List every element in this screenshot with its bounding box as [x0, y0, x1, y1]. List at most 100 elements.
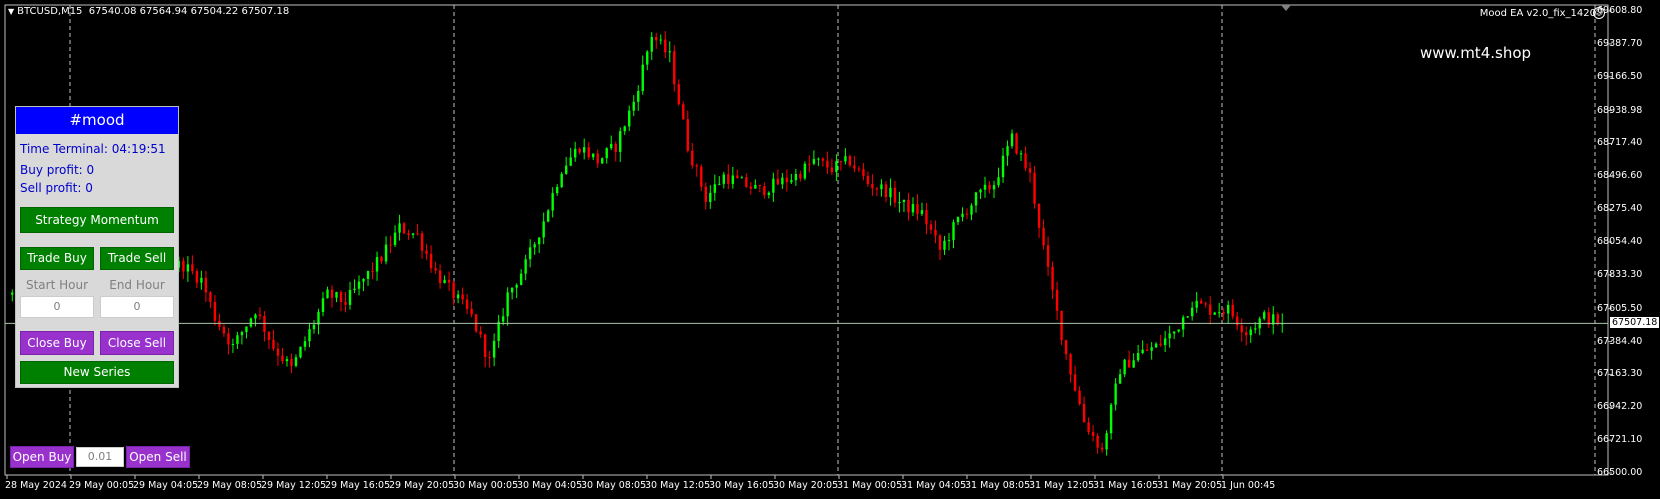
close-sell-button[interactable]: Close Sell — [100, 331, 174, 355]
candle-body — [1240, 325, 1243, 333]
candle-body — [758, 184, 762, 187]
candle-body — [1227, 304, 1230, 314]
candle-body — [335, 292, 338, 298]
candle-body — [592, 153, 595, 158]
candle-body — [920, 210, 924, 214]
candle-body — [384, 244, 388, 262]
time-axis-label: 30 May 16:05 — [709, 480, 775, 491]
open-sell-button[interactable]: Open Sell — [126, 446, 190, 468]
open-buy-button[interactable]: Open Buy — [10, 446, 74, 468]
start-hour-input[interactable]: 0 — [20, 296, 94, 318]
candle-body — [785, 177, 789, 183]
candle-body — [1218, 312, 1221, 314]
candle-body — [1037, 203, 1041, 228]
ea-control-panel: #mood Time Terminal: 04:19:51 Buy profit… — [15, 106, 179, 388]
time-axis-label: 31 May 00:05 — [837, 480, 903, 491]
candle-body — [893, 187, 897, 203]
new-series-button[interactable]: New Series — [20, 361, 174, 384]
candle-body — [1150, 347, 1153, 351]
candle-body — [862, 169, 865, 176]
candle-body — [1024, 153, 1027, 169]
time-axis-label: 31 May 04:05 — [901, 480, 967, 491]
candle-body — [1267, 312, 1270, 325]
candle-body — [731, 175, 735, 184]
candle-body — [947, 240, 951, 242]
candle-body — [1010, 133, 1014, 147]
candle-body — [1127, 359, 1131, 368]
candle-body — [943, 240, 946, 250]
price-axis-label: 67833.30 — [1597, 268, 1643, 280]
lot-size-input[interactable]: 0.01 — [76, 447, 124, 467]
time-axis-label: 30 May 04:05 — [517, 480, 583, 491]
time-axis-label: 30 May 20:05 — [773, 480, 839, 491]
candle-body — [655, 37, 658, 41]
candle-body — [632, 101, 635, 111]
candle-body — [209, 292, 212, 303]
candle-body — [1177, 329, 1180, 332]
candle-body — [546, 210, 550, 222]
candle-body — [1078, 390, 1081, 404]
candle-body — [303, 341, 307, 347]
candle-body — [727, 174, 730, 184]
candle-body — [1118, 374, 1122, 384]
candle-body — [605, 148, 608, 159]
candle-body — [488, 357, 491, 359]
sell-profit-text: Sell profit: 0 — [20, 181, 93, 195]
candle-body — [1042, 227, 1045, 246]
candle-body — [875, 188, 879, 190]
time-axis-label: 29 May 08:05 — [197, 480, 263, 491]
price-axis-label: 68275.40 — [1597, 203, 1643, 215]
candle-body — [637, 91, 640, 102]
time-axis-label: 31 May 12:05 — [1029, 480, 1095, 491]
start-hour-label: Start Hour — [25, 278, 89, 292]
candle-body — [429, 253, 433, 269]
candle-body — [1006, 146, 1009, 156]
candle-body — [1154, 343, 1158, 348]
candle-body — [281, 355, 284, 362]
price-chart[interactable] — [0, 0, 1660, 499]
symbol-label: BTCUSD,M15 — [17, 6, 83, 17]
candle-body — [763, 186, 766, 196]
price-axis-label: 69608.80 — [1597, 5, 1643, 16]
candle-body — [754, 184, 757, 189]
strategy-momentum-button[interactable]: Strategy Momentum — [20, 207, 174, 233]
candle-body — [1087, 422, 1090, 433]
candle-body — [812, 159, 816, 164]
time-axis-label: 29 May 20:05 — [389, 480, 455, 491]
candle-body — [790, 180, 793, 183]
candle-body — [411, 233, 415, 235]
candle-body — [222, 326, 226, 334]
watermark-url: www.mt4.shop — [1420, 44, 1532, 62]
candle-body — [961, 213, 964, 218]
candle-body — [290, 359, 293, 366]
price-axis-label: 69166.50 — [1597, 70, 1643, 82]
time-axis-label: 31 May 20:05 — [1157, 480, 1223, 491]
candle-body — [393, 232, 397, 246]
chart-axes — [4, 4, 1612, 479]
candle-body — [366, 270, 370, 280]
price-axis-label: 68496.60 — [1597, 170, 1643, 182]
price-axis-label: 68938.98 — [1597, 104, 1643, 116]
candle-body — [182, 260, 185, 272]
candle-body — [668, 51, 671, 53]
dropdown-triangle-icon[interactable]: ▼ — [8, 7, 14, 16]
candle-body — [492, 340, 496, 358]
close-buy-button[interactable]: Close Buy — [20, 331, 94, 355]
end-hour-input[interactable]: 0 — [100, 296, 174, 318]
candle-body — [456, 294, 460, 299]
trade-sell-button[interactable]: Trade Sell — [100, 247, 174, 270]
time-axis-label: 31 May 16:05 — [1093, 480, 1159, 491]
candle-body — [285, 359, 289, 362]
candle-body — [934, 229, 937, 236]
candle-body — [866, 175, 870, 185]
chart-frame — [4, 4, 1609, 476]
candle-body — [1204, 303, 1207, 305]
candle-body — [682, 104, 685, 120]
trade-buy-button[interactable]: Trade Buy — [20, 247, 94, 270]
candle-body — [515, 284, 518, 288]
candle-body — [1100, 447, 1104, 450]
candle-body — [871, 184, 874, 189]
candle-body — [434, 268, 437, 271]
candle-body — [736, 175, 739, 179]
candle-body — [380, 257, 383, 262]
